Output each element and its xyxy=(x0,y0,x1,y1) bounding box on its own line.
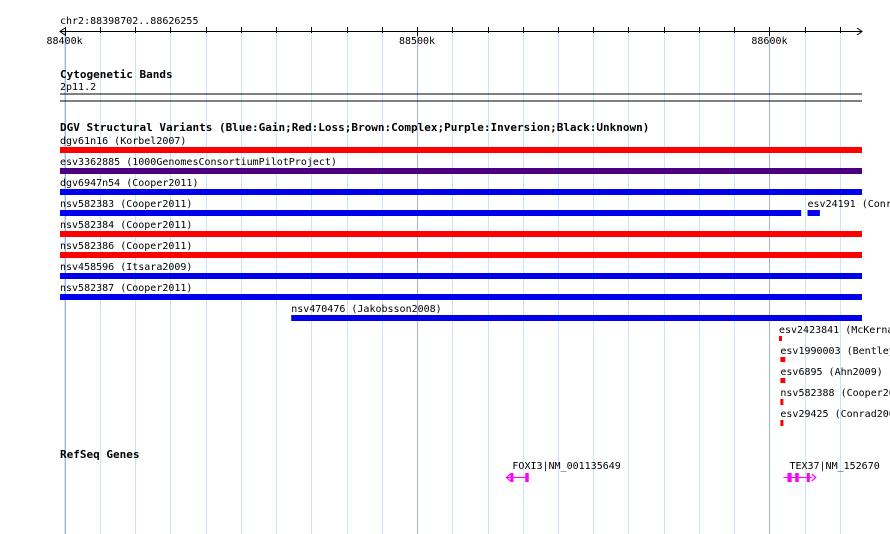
dgv-feature[interactable]: esv29425 (Conrad200 xyxy=(780,409,890,426)
cytoband-track-title: Cytogenetic Bands xyxy=(60,68,173,81)
locus-label: chr2:88398702..88626255 xyxy=(60,16,198,27)
gene-exon[interactable] xyxy=(795,473,799,482)
dgv-feature-label: nsv582384 (Cooper2011) xyxy=(60,220,192,231)
gene-exon[interactable] xyxy=(787,473,792,482)
dgv-feature-bar[interactable] xyxy=(60,252,862,258)
dgv-feature-bar[interactable] xyxy=(778,336,782,341)
dgv-feature-label: nsv582386 (Cooper2011) xyxy=(60,241,192,252)
dgv-feature-bar[interactable] xyxy=(60,168,862,174)
ruler-tick-label: 88600k xyxy=(751,36,787,47)
dgv-feature-bar[interactable] xyxy=(60,147,862,153)
dgv-feature-label: esv24191 (Conrad xyxy=(808,199,890,210)
dgv-feature-bar[interactable] xyxy=(780,420,784,426)
ruler-tick-label: 88400k xyxy=(47,36,83,47)
dgv-feature-label: esv29425 (Conrad200 xyxy=(780,409,890,420)
dgv-feature[interactable]: nsv582384 (Cooper2011) xyxy=(60,220,862,237)
ruler-tick-label: 88500k xyxy=(399,36,435,47)
dgv-feature[interactable]: nsv582383 (Cooper2011) xyxy=(60,199,802,216)
dgv-feature-bar[interactable] xyxy=(60,189,862,195)
dgv-feature-label: nsv582383 (Cooper2011) xyxy=(60,199,192,210)
dgv-track-title: DGV Structural Variants (Blue:Gain;Red:L… xyxy=(60,121,649,134)
dgv-feature[interactable]: nsv582387 (Cooper2011) xyxy=(60,283,862,300)
dgv-feature[interactable]: nsv582388 (Cooper20 xyxy=(780,388,890,405)
dgv-feature-bar[interactable] xyxy=(780,378,786,383)
dgv-feature-label: nsv458596 (Itsara2009) xyxy=(60,262,192,273)
dgv-feature-label: esv3362885 (1000GenomesConsortiumPilotPr… xyxy=(60,157,337,168)
dgv-feature-bar[interactable] xyxy=(780,399,784,405)
dgv-feature-label: esv6895 (Ahn2009) xyxy=(780,367,882,378)
dgv-feature-label: esv1990003 (Bentley xyxy=(780,346,890,357)
dgv-feature-label: dgv6947n54 (Cooper2011) xyxy=(60,178,198,189)
coordinate-ruler: 88400k 88500k 88600k xyxy=(47,27,863,47)
refseq-gene-label: FOXI3|NM_001135649 xyxy=(512,461,620,472)
dgv-feature-bar[interactable] xyxy=(291,315,862,321)
dgv-feature[interactable]: esv6895 (Ahn2009) xyxy=(780,367,883,383)
dgv-feature[interactable]: nsv458596 (Itsara2009) xyxy=(60,262,862,279)
genome-browser-track: chr2:88398702..88626255 88400k 88500k 8860… xyxy=(47,16,890,534)
refseq-gene[interactable]: TEX37|NM_152670 xyxy=(783,461,880,482)
strand-arrow-right-icon xyxy=(811,473,817,482)
dgv-feature-label: nsv582388 (Cooper20 xyxy=(780,388,890,399)
cytoband-name: 2p11.2 xyxy=(60,82,96,93)
dgv-feature[interactable]: esv24191 (Conrad xyxy=(807,199,890,216)
dgv-feature-bar[interactable] xyxy=(780,357,786,362)
dgv-feature[interactable]: esv3362885 (1000GenomesConsortiumPilotPr… xyxy=(60,157,862,174)
dgv-feature-bar[interactable] xyxy=(807,210,820,216)
dgv-feature-label: dgv61n16 (Korbel2007) xyxy=(60,136,186,147)
dgv-feature-bar[interactable] xyxy=(60,273,862,279)
dgv-feature[interactable]: nsv582386 (Cooper2011) xyxy=(60,241,862,258)
dgv-feature[interactable]: esv2423841 (McKerna xyxy=(778,325,890,341)
dgv-feature[interactable]: dgv61n16 (Korbel2007) xyxy=(60,136,862,153)
gene-exon[interactable] xyxy=(806,473,810,482)
dgv-features[interactable]: dgv61n16 (Korbel2007) esv3362885 (1000Gen… xyxy=(60,136,890,426)
dgv-feature-label: nsv582387 (Cooper2011) xyxy=(60,283,192,294)
dgv-feature-label: nsv470476 (Jakobsson2008) xyxy=(291,304,442,315)
gene-exon[interactable] xyxy=(525,473,529,482)
refseq-gene-label: TEX37|NM_152670 xyxy=(789,461,879,472)
dgv-feature-label: esv2423841 (McKerna xyxy=(779,325,890,336)
dgv-feature[interactable]: nsv470476 (Jakobsson2008) xyxy=(291,304,862,321)
dgv-feature[interactable]: esv1990003 (Bentley xyxy=(780,346,890,362)
refseq-features[interactable]: FOXI3|NM_001135649 TEX37|NM_152670 xyxy=(505,461,880,482)
dgv-feature[interactable]: dgv6947n54 (Cooper2011) xyxy=(60,178,862,195)
refseq-track-title: RefSeq Genes xyxy=(60,448,139,461)
dgv-feature-bar[interactable] xyxy=(60,210,802,216)
dgv-feature-bar[interactable] xyxy=(60,294,862,300)
dgv-feature-bar[interactable] xyxy=(60,231,862,237)
gene-exon[interactable] xyxy=(510,473,514,482)
